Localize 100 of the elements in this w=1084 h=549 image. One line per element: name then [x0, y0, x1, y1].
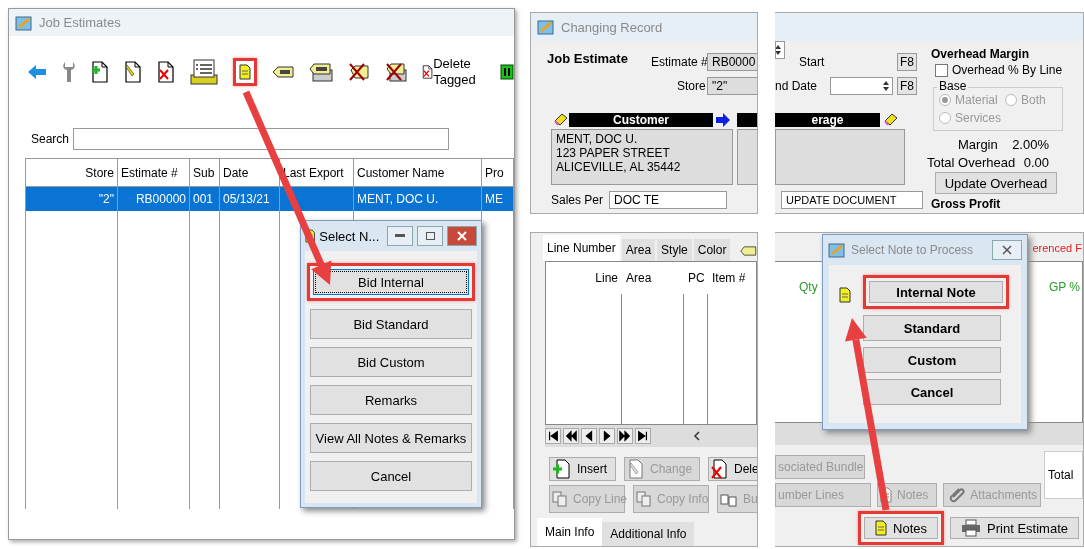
checkbox-label[interactable]: Overhead % By Line	[952, 63, 1063, 77]
close-button[interactable]	[992, 240, 1022, 260]
rewind-icon	[565, 430, 577, 442]
field-label: Estimate #	[651, 55, 708, 69]
dialog-button[interactable]: Cancel	[310, 461, 472, 491]
dialog-button[interactable]: Standard	[863, 315, 1001, 341]
f8-button[interactable]: F8	[897, 77, 917, 95]
next-button[interactable]	[599, 428, 615, 444]
tags-delete-icon[interactable]	[385, 62, 407, 82]
tab[interactable]: Line Number	[543, 235, 620, 261]
wrench-icon[interactable]	[62, 61, 76, 83]
table-cell[interactable]: 001	[190, 187, 220, 211]
copy-icon	[636, 491, 652, 507]
table-cell[interactable]: ME	[482, 187, 514, 211]
copy-icon	[552, 491, 568, 507]
note-icon[interactable]	[239, 64, 251, 80]
column-header[interactable]: PC	[688, 271, 705, 285]
close-icon	[1002, 245, 1012, 255]
action-button[interactable]: Insert	[549, 457, 616, 481]
minimize-button[interactable]	[387, 226, 414, 246]
tab[interactable]: Main Info	[537, 518, 603, 546]
tag-delete-icon[interactable]	[348, 62, 370, 82]
table-cell[interactable]: MENT, DOC U.	[354, 187, 482, 211]
maximize-button[interactable]	[417, 226, 444, 246]
app-icon	[537, 18, 555, 36]
checkbox[interactable]	[935, 63, 948, 77]
total-overhead-value: 0.00	[1023, 155, 1049, 170]
group-title: Gross Profit	[931, 197, 1001, 211]
tags-icon[interactable]	[309, 62, 333, 82]
dialog-title: Select N...	[319, 228, 380, 244]
dialog-button[interactable]: Bid Custom	[310, 347, 472, 377]
spinner-icon[interactable]	[881, 79, 891, 93]
paperclip-icon	[947, 486, 966, 504]
column-header[interactable]: GP %	[1048, 280, 1080, 422]
update-overhead-button[interactable]: Update Overhead	[935, 172, 1057, 194]
eraser-icon[interactable]	[553, 112, 569, 126]
search-field[interactable]	[73, 128, 450, 150]
dialog-button[interactable]: Bid Internal	[313, 269, 469, 295]
tab[interactable]: Area	[621, 239, 656, 261]
table-cell[interactable]: RB00000	[118, 187, 190, 211]
back-arrow-icon[interactable]	[27, 64, 47, 80]
app-icon	[15, 13, 33, 32]
add-document-icon	[552, 459, 572, 479]
table-cell[interactable]: 05/13/21	[220, 187, 280, 211]
fast-forward-button[interactable]	[617, 428, 633, 444]
table-cell[interactable]	[280, 187, 354, 211]
tab[interactable]: Color	[693, 239, 731, 261]
tag-icon[interactable]	[272, 65, 294, 79]
app-icon	[828, 241, 846, 259]
right-arrow-icon[interactable]	[715, 113, 731, 127]
column-header[interactable]: Area	[626, 271, 652, 285]
edit-document-icon[interactable]	[124, 61, 142, 83]
indicator-panel-icon[interactable]	[500, 64, 514, 80]
group-title: Overhead Margin	[931, 47, 1030, 61]
last-button[interactable]	[635, 428, 651, 444]
rewind-button[interactable]	[563, 428, 579, 444]
table-cell[interactable]: "2"	[26, 187, 118, 211]
salesperson-field[interactable]: DOC TE	[609, 191, 727, 209]
estimate-field[interactable]: RB0000	[707, 53, 757, 71]
minimize-icon	[395, 234, 406, 238]
document-field[interactable]: UPDATE DOCUMENT	[781, 191, 923, 209]
column-header[interactable]: Line	[595, 271, 618, 285]
address-text[interactable]: MENT, DOC U. 123 PAPER STREET ALICEVILLE, AL 35442	[551, 129, 733, 185]
f8-button[interactable]: F8	[897, 53, 917, 71]
eraser-icon[interactable]	[883, 112, 899, 126]
close-icon	[457, 231, 468, 241]
window-title: Job Estimates	[39, 15, 121, 30]
window-title: Changing Record	[561, 19, 663, 35]
delete-document-icon	[711, 459, 729, 479]
close-button[interactable]	[447, 226, 477, 246]
field-label: Margin	[958, 137, 998, 152]
add-document-icon[interactable]	[91, 61, 109, 83]
previous-button[interactable]	[581, 428, 597, 444]
dialog-button[interactable]: Internal Note	[869, 281, 1003, 303]
tab[interactable]: Style	[657, 239, 692, 261]
store-field[interactable]: "2"	[707, 77, 757, 95]
note-icon	[875, 520, 888, 536]
dialog-button[interactable]: View All Notes & Remarks	[310, 423, 472, 453]
footer-button[interactable]: Print Estimate	[950, 517, 1079, 539]
list-icon[interactable]	[190, 59, 218, 85]
footer-button[interactable]: Notes	[864, 517, 939, 539]
last-icon	[637, 430, 649, 442]
maximize-icon	[425, 232, 435, 240]
column-header[interactable]: Item #	[712, 271, 746, 285]
dialog-button[interactable]: Custom	[863, 347, 1001, 373]
tab[interactable]: Additional Info	[602, 522, 695, 546]
edit-document-icon	[627, 459, 645, 479]
dialog-button[interactable]: Bid Standard	[310, 309, 472, 339]
dialog-button[interactable]: Remarks	[310, 385, 472, 415]
scroll-left-icon[interactable]	[693, 431, 701, 441]
boxes-icon	[720, 491, 738, 507]
column-header[interactable]: Qty	[799, 280, 818, 422]
first-button[interactable]	[545, 428, 561, 444]
delete-document-icon[interactable]	[157, 61, 175, 83]
dialog-button[interactable]: Cancel	[863, 379, 1001, 405]
total-label: Total	[1044, 451, 1083, 499]
next-icon	[601, 430, 613, 442]
fast-forward-icon	[619, 430, 631, 442]
date-field[interactable]	[830, 77, 893, 95]
delete-tagged-label[interactable]: Delete Tagged	[433, 56, 485, 88]
